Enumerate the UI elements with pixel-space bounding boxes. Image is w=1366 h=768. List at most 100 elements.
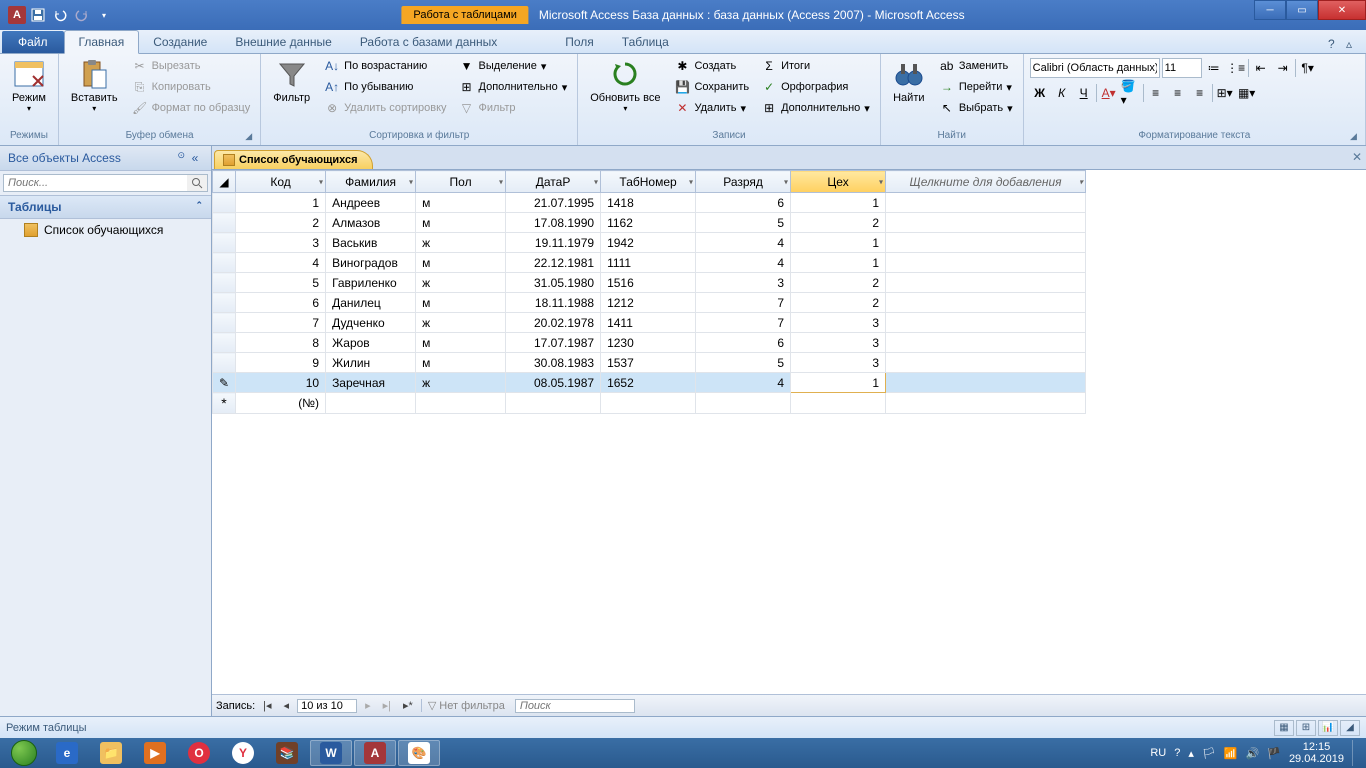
last-record-button[interactable]: ▸|: [379, 699, 395, 712]
cell-date[interactable]: 31.05.1980: [506, 273, 601, 293]
row-selector[interactable]: [213, 273, 236, 293]
cell-date[interactable]: 20.02.1978: [506, 313, 601, 333]
row-selector[interactable]: [213, 353, 236, 373]
tray-lang-indicator[interactable]: RU: [1150, 747, 1166, 759]
table-row[interactable]: 1 Андреев м 21.07.1995 1418 6 1: [213, 193, 1086, 213]
cell-id[interactable]: 10: [236, 373, 326, 393]
format-painter-button[interactable]: 🖌Формат по образцу: [128, 98, 255, 118]
db-tools-tab[interactable]: Работа с базами данных: [346, 31, 511, 53]
external-data-tab[interactable]: Внешние данные: [221, 31, 346, 53]
font-color-button[interactable]: A▾: [1099, 83, 1119, 103]
underline-button[interactable]: Ч: [1074, 83, 1094, 103]
cell-date[interactable]: 19.11.1979: [506, 233, 601, 253]
goto-button[interactable]: →Перейти ▾: [935, 77, 1017, 97]
collapse-group-icon[interactable]: ⌃: [195, 200, 203, 214]
row-selector[interactable]: [213, 253, 236, 273]
cell-fam[interactable]: Андреев: [326, 193, 416, 213]
filter-button[interactable]: Фильтр: [267, 56, 316, 106]
cell-pol[interactable]: ж: [416, 273, 506, 293]
maximize-button[interactable]: ▭: [1286, 0, 1318, 20]
cell-ceh[interactable]: 1: [791, 373, 886, 393]
nav-pane-header[interactable]: Все объекты Access ⊙ «: [0, 146, 211, 171]
taskbar-access-button[interactable]: A: [354, 740, 396, 766]
cell-raz[interactable]: 5: [696, 353, 791, 373]
cell-id[interactable]: 3: [236, 233, 326, 253]
selection-filter-button[interactable]: ▼Выделение ▾: [455, 56, 572, 76]
column-dropdown-icon[interactable]: ▾: [879, 177, 883, 186]
record-position-input[interactable]: [297, 699, 357, 713]
numbering-button[interactable]: ⋮≡: [1226, 58, 1246, 78]
cell-tab[interactable]: 1516: [601, 273, 696, 293]
new-row-selector[interactable]: *: [213, 393, 236, 414]
cell-tab[interactable]: 1162: [601, 213, 696, 233]
qat-customize-button[interactable]: ▾: [94, 5, 114, 25]
cell-raz[interactable]: 4: [696, 233, 791, 253]
text-direction-button[interactable]: ¶▾: [1298, 58, 1318, 78]
tray-flag-icon[interactable]: 🏳: [1202, 747, 1216, 760]
taskbar-opera-button[interactable]: O: [178, 740, 220, 766]
replace-button[interactable]: abЗаменить: [935, 56, 1017, 76]
row-selector[interactable]: ✎: [213, 373, 236, 393]
cell-date[interactable]: 17.08.1990: [506, 213, 601, 233]
next-record-button[interactable]: ▸: [361, 699, 375, 712]
find-button[interactable]: Найти: [887, 56, 931, 106]
tray-clock[interactable]: 12:15 29.04.2019: [1289, 741, 1344, 765]
column-dropdown-icon[interactable]: ▾: [689, 177, 693, 186]
cell-empty[interactable]: [886, 333, 1086, 353]
cell-tab[interactable]: 1652: [601, 373, 696, 393]
add-column-header[interactable]: Щелкните для добавления▾: [886, 171, 1086, 193]
row-selector[interactable]: [213, 233, 236, 253]
select-button[interactable]: ↖Выбрать ▾: [935, 98, 1017, 118]
cell-id[interactable]: 6: [236, 293, 326, 313]
column-header[interactable]: Пол▾: [416, 171, 506, 193]
nav-collapse-button[interactable]: «: [187, 150, 203, 166]
cell-fam[interactable]: Дудченко: [326, 313, 416, 333]
cell-empty[interactable]: [886, 353, 1086, 373]
cell-fam[interactable]: Жаров: [326, 333, 416, 353]
save-qat-button[interactable]: [28, 5, 48, 25]
column-header[interactable]: Фамилия▾: [326, 171, 416, 193]
toggle-filter-button[interactable]: ▽Фильтр: [455, 98, 572, 118]
cell-date[interactable]: 21.07.1995: [506, 193, 601, 213]
taskbar-paint-button[interactable]: 🎨: [398, 740, 440, 766]
indent-left-button[interactable]: ⇤: [1251, 58, 1271, 78]
cell-raz[interactable]: 5: [696, 213, 791, 233]
record-search-input[interactable]: [515, 699, 635, 713]
taskbar-media-button[interactable]: ▶: [134, 740, 176, 766]
cell-ceh[interactable]: 1: [791, 193, 886, 213]
font-family-select[interactable]: [1030, 58, 1160, 78]
column-dropdown-icon[interactable]: ▾: [499, 177, 503, 186]
cell-raz[interactable]: 7: [696, 293, 791, 313]
cell-ceh[interactable]: 2: [791, 273, 886, 293]
cell-fam[interactable]: Данилец: [326, 293, 416, 313]
cell-empty[interactable]: [886, 213, 1086, 233]
cell-tab[interactable]: 1942: [601, 233, 696, 253]
nav-search-input[interactable]: [4, 175, 187, 191]
cell-fam[interactable]: Жилин: [326, 353, 416, 373]
tray-action-icon[interactable]: 🏴: [1267, 747, 1281, 760]
cell-raz[interactable]: 6: [696, 333, 791, 353]
cell-raz[interactable]: 7: [696, 313, 791, 333]
create-tab[interactable]: Создание: [139, 31, 221, 53]
taskbar-explorer-button[interactable]: 📁: [90, 740, 132, 766]
cell-id[interactable]: 1: [236, 193, 326, 213]
cell-date[interactable]: 30.08.1983: [506, 353, 601, 373]
clipboard-dialog-launcher[interactable]: ◢: [245, 131, 257, 143]
cell-date[interactable]: 18.11.1988: [506, 293, 601, 313]
taskbar-winrar-button[interactable]: 📚: [266, 740, 308, 766]
sort-asc-button[interactable]: A↓По возрастанию: [320, 56, 450, 76]
cell-raz[interactable]: 6: [696, 193, 791, 213]
taskbar-word-button[interactable]: W: [310, 740, 352, 766]
new-record-nav-button[interactable]: ▸*: [399, 699, 417, 712]
copy-button[interactable]: ⎘Копировать: [128, 77, 255, 97]
row-selector[interactable]: [213, 213, 236, 233]
cell-ceh[interactable]: 1: [791, 253, 886, 273]
datasheet-view-button[interactable]: ▦: [1274, 720, 1294, 736]
cell-empty[interactable]: [886, 273, 1086, 293]
cut-button[interactable]: ✂Вырезать: [128, 56, 255, 76]
cell-raz[interactable]: 4: [696, 253, 791, 273]
bold-button[interactable]: Ж: [1030, 83, 1050, 103]
close-button[interactable]: ✕: [1318, 0, 1366, 20]
cell-fam[interactable]: Алмазов: [326, 213, 416, 233]
cell-tab[interactable]: 1230: [601, 333, 696, 353]
